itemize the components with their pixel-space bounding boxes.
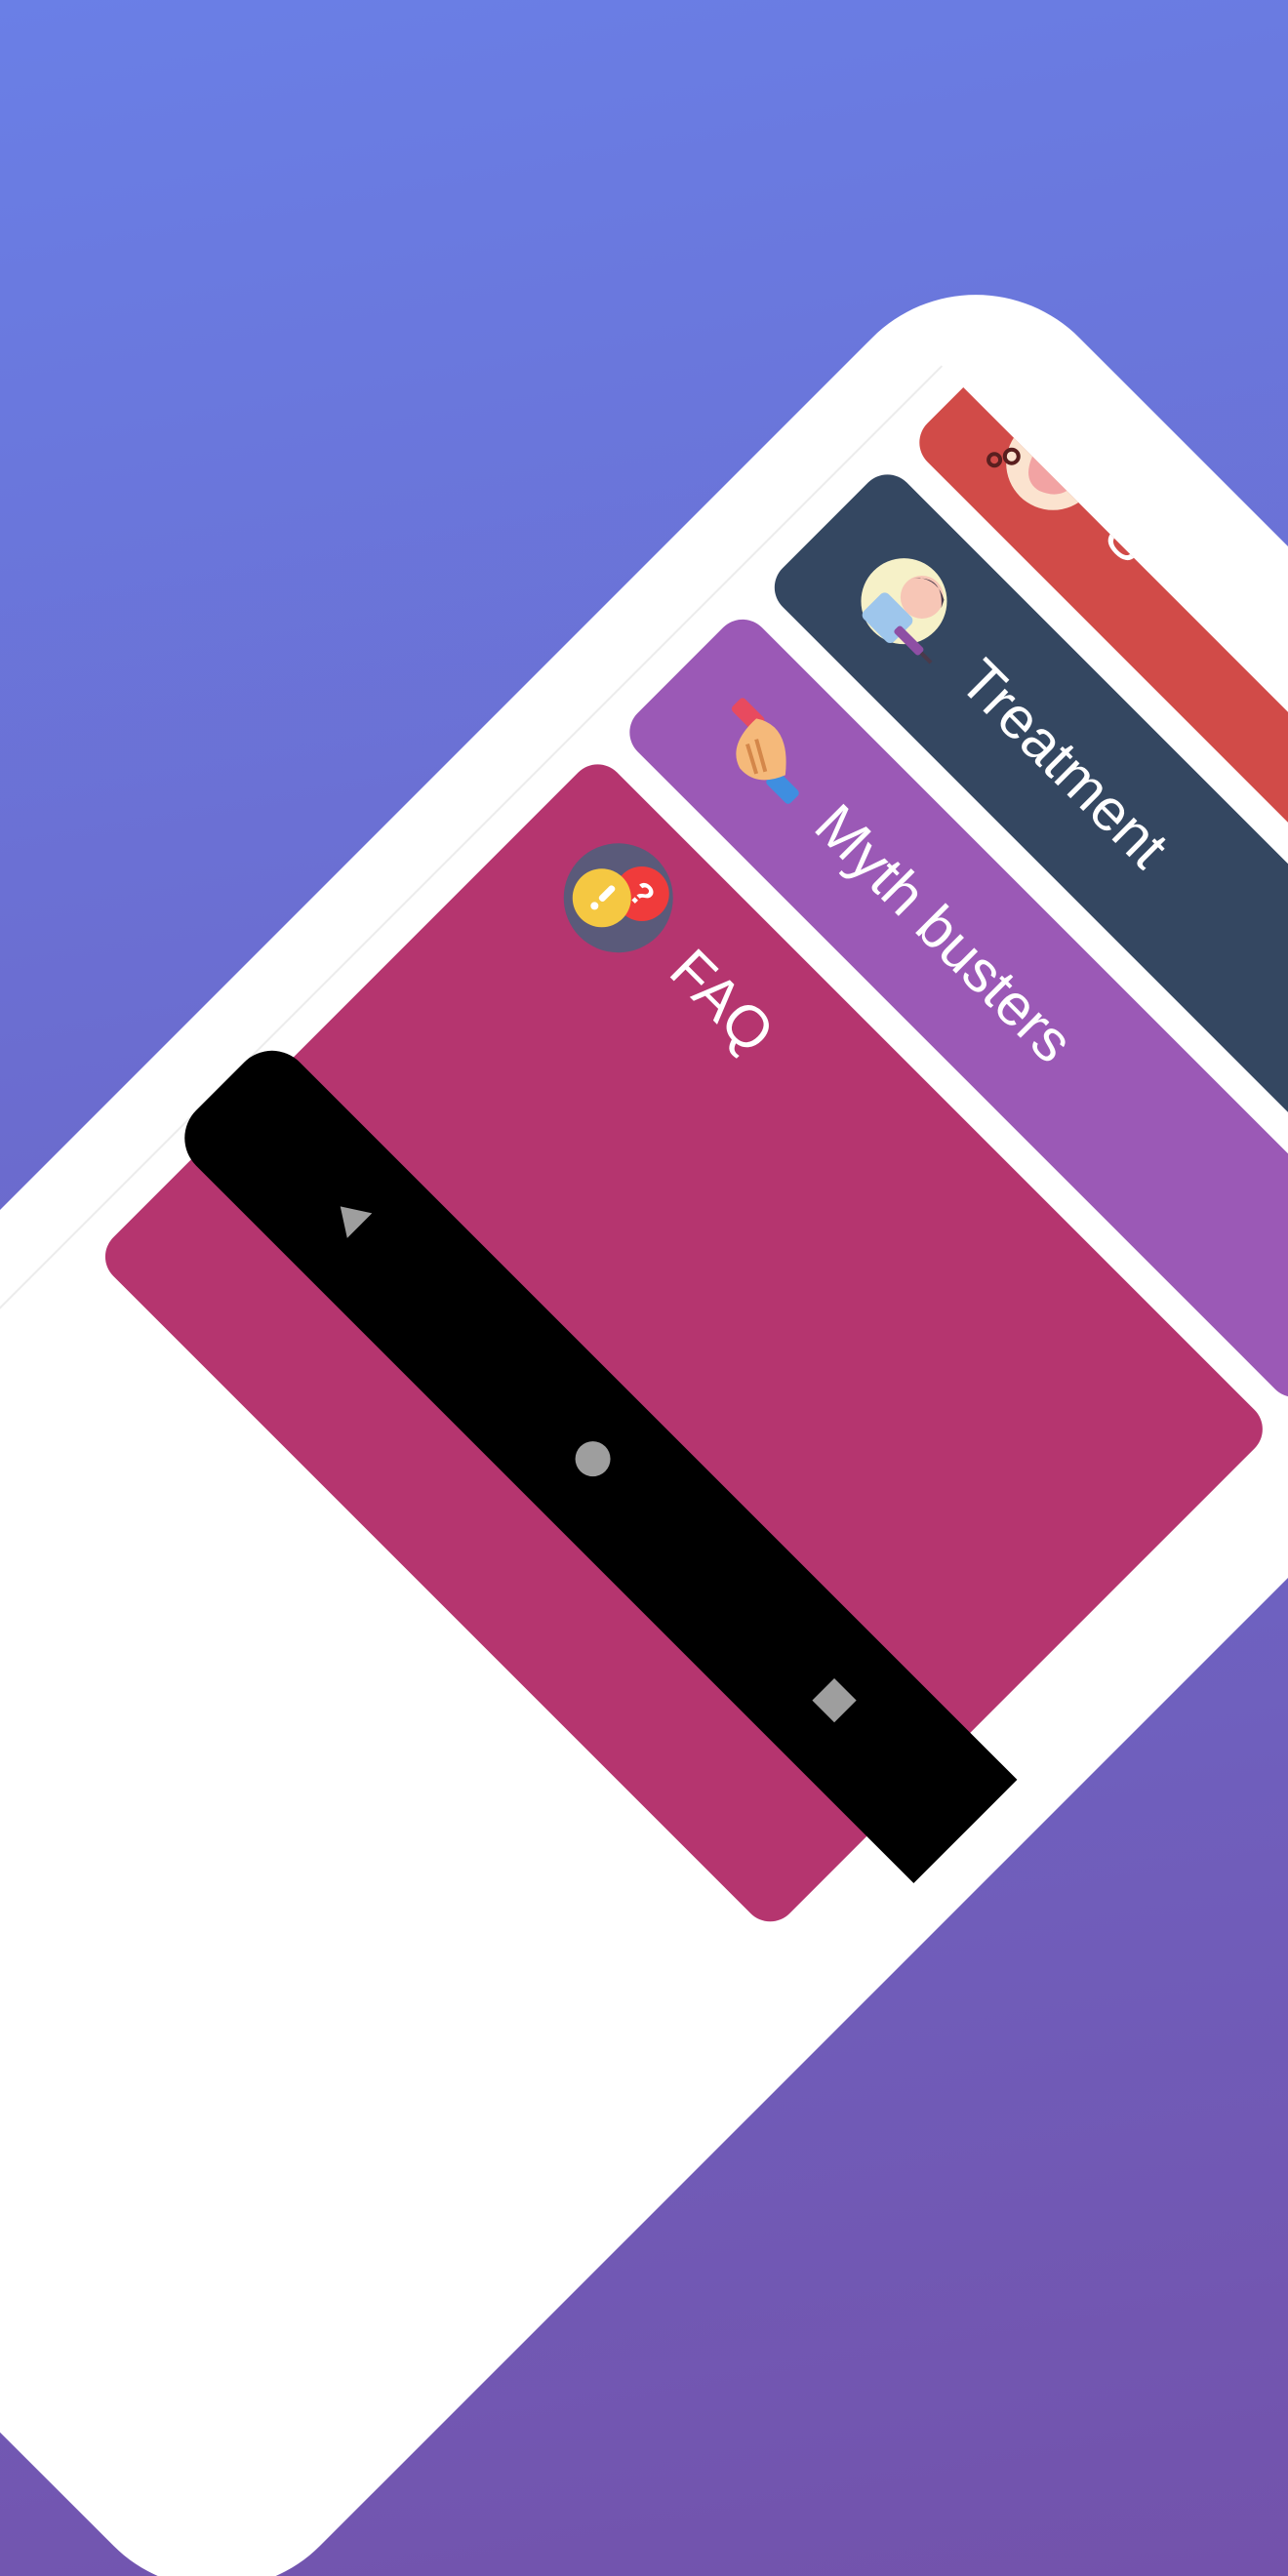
patient-injection-icon [825, 525, 991, 691]
faq-card-label: FAQ [658, 936, 787, 1067]
back-triangle-icon[interactable] [296, 1162, 406, 1272]
faq-card[interactable]: ? FAQ [94, 752, 1274, 1933]
phone-frame: S Treatment Myth busters ? FAQ [0, 234, 1288, 2576]
coughing-person-icon [970, 381, 1136, 546]
recents-square-icon[interactable] [779, 1645, 889, 1755]
home-circle-icon[interactable] [538, 1404, 648, 1514]
question-exclamation-bubbles-icon: ? [536, 815, 702, 981]
treatment-card-label: Treatment [947, 646, 1182, 880]
symptoms-card-label: S [1092, 502, 1167, 577]
background-scene: S Treatment Myth busters ? FAQ [0, 0, 1288, 2576]
handshake-icon [680, 670, 846, 836]
